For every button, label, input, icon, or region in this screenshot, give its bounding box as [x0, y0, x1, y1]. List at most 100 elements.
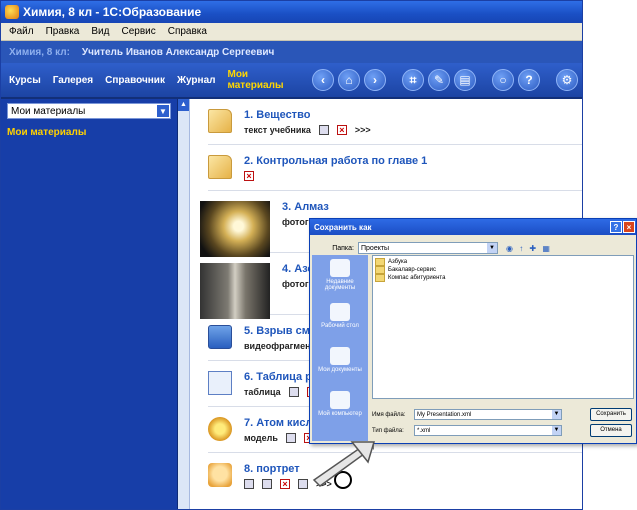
close-icon[interactable]: × [623, 221, 635, 233]
course-label: Химия, 8 кл: [9, 46, 70, 58]
item-number: 3. [282, 201, 292, 213]
menu-help[interactable]: Справка [162, 26, 213, 37]
forward-icon[interactable]: › [364, 69, 386, 91]
delete-icon[interactable]: × [336, 125, 347, 135]
item-type: таблица [244, 387, 281, 397]
tab-reference[interactable]: Справочник [105, 75, 165, 86]
delete-icon[interactable]: × [280, 479, 290, 489]
save-icon[interactable] [244, 479, 254, 489]
folder-item[interactable]: Компас абитуриента [375, 274, 631, 282]
user-name: Учитель Иванов Александр Сергеевич [81, 46, 275, 58]
filename-label: Имя файла: [372, 411, 406, 418]
menu-file[interactable]: Файл [3, 26, 40, 37]
folder-select[interactable]: Проекты ▼ [358, 242, 498, 254]
tab-gallery[interactable]: Галерея [53, 75, 93, 86]
bookmark-icon[interactable]: ✎ [428, 69, 450, 91]
place-recent[interactable]: Недавние документы [312, 255, 368, 299]
places-bar: Недавние документы Рабочий стол Мои доку… [312, 255, 368, 441]
edit-icon[interactable] [262, 479, 272, 489]
item-number: 5. [244, 325, 254, 337]
tab-my-materials[interactable]: Мои материалы [227, 69, 294, 91]
chevron-down-icon[interactable]: ▼ [552, 410, 561, 419]
app-icon [5, 5, 19, 19]
sidebar-select-value: Мои материалы [11, 105, 86, 117]
item-title[interactable]: портрет [256, 463, 299, 475]
cancel-button[interactable]: Отмена [590, 424, 632, 437]
sidebar: Мои материалы ▼ Мои материалы [1, 99, 178, 509]
video-icon [208, 325, 232, 349]
item-title[interactable]: Контрольная работа по главе 1 [256, 155, 427, 167]
scrollbar[interactable]: ▲ [178, 99, 190, 509]
folder-value: Проекты [361, 244, 390, 252]
item-type: текст учебника [244, 125, 311, 135]
chevron-down-icon[interactable]: ▼ [157, 105, 169, 117]
help-icon[interactable]: ? [518, 69, 540, 91]
tab-courses[interactable]: Курсы [9, 75, 41, 86]
menu-bar: Файл Правка Вид Сервис Справка [1, 23, 582, 41]
home-icon[interactable]: ⌂ [338, 69, 360, 91]
flask-photo [200, 263, 270, 319]
chevron-down-icon[interactable]: ▼ [552, 426, 561, 435]
item-number: 1. [244, 109, 254, 121]
save-as-dialog: Сохранить как ? × Папка: Проекты ▼ ◉ ↑ ✚… [309, 218, 637, 444]
tab-journal[interactable]: Журнал [177, 75, 216, 86]
book-icon [208, 155, 232, 179]
search-icon[interactable]: ○ [492, 69, 514, 91]
table-icon [208, 371, 232, 395]
scroll-up-icon[interactable]: ▲ [178, 99, 189, 111]
save-icon[interactable] [285, 433, 296, 443]
list-item[interactable]: 2. Контрольная работа по главе 1 × [208, 145, 582, 191]
filetype-select[interactable]: *.xml ▼ [414, 425, 562, 436]
back-icon[interactable]: ‹ [312, 69, 334, 91]
place-computer[interactable]: Мой компьютер [312, 387, 368, 431]
user-bar: Химия, 8 кл: Учитель Иванов Александр Се… [1, 41, 582, 63]
filetype-label: Тип файла: [372, 427, 404, 434]
filename-row: Имя файла: My Presentation.xml ▼ [372, 409, 562, 420]
diamond-photo [200, 201, 270, 257]
book-icon [208, 109, 232, 133]
fullscreen-icon[interactable]: ⌗ [402, 69, 424, 91]
window-title: Химия, 8 кл - 1С:Образование [23, 5, 202, 19]
filename-field[interactable]: My Presentation.xml ▼ [414, 409, 562, 420]
item-title[interactable]: Алмаз [294, 201, 329, 213]
dialog-title: Сохранить как [314, 222, 372, 232]
menu-service[interactable]: Сервис [115, 26, 161, 37]
nav-bar: Курсы Галерея Справочник Журнал Мои мате… [1, 63, 582, 99]
dialog-toolbar[interactable]: ◉ ↑ ✚ ▦ [506, 244, 552, 253]
menu-edit[interactable]: Правка [40, 26, 86, 37]
item-number: 2. [244, 155, 254, 167]
help-icon[interactable]: ? [610, 221, 622, 233]
save-button[interactable]: Сохранить [590, 408, 632, 421]
menu-view[interactable]: Вид [85, 26, 115, 37]
place-desktop[interactable]: Рабочий стол [312, 299, 368, 343]
save-icon[interactable] [288, 387, 299, 397]
item-type: модель [244, 433, 278, 443]
item-number: 7. [244, 417, 254, 429]
settings-icon[interactable]: ⚙ [556, 69, 578, 91]
print-icon[interactable]: ▤ [454, 69, 476, 91]
delete-icon[interactable]: × [244, 171, 254, 181]
folder-item[interactable]: Азбука [375, 258, 631, 266]
item-number: 4. [282, 263, 292, 275]
list-item[interactable]: 8. портрет ×>>> [208, 453, 582, 499]
more-link[interactable]: >>> [355, 125, 371, 135]
my-computer-icon [330, 391, 350, 409]
window-title-bar: Химия, 8 кл - 1С:Образование [1, 1, 582, 23]
file-list[interactable]: Азбука Бакалавр-сервис Компас абитуриент… [372, 255, 634, 399]
list-item[interactable]: 1. Вещество текст учебника × >>> [208, 99, 582, 145]
atom-model-icon [208, 417, 232, 441]
recent-documents-icon [330, 259, 350, 277]
portrait-icon [208, 463, 232, 487]
chevron-down-icon[interactable]: ▼ [487, 243, 497, 253]
sidebar-select[interactable]: Мои материалы ▼ [7, 103, 171, 119]
item-number: 8. [244, 463, 254, 475]
desktop-icon [330, 303, 350, 321]
place-documents[interactable]: Мои документы [312, 343, 368, 387]
folder-item[interactable]: Бакалавр-сервис [375, 266, 631, 274]
folder-label: Папка: [332, 244, 354, 252]
item-type: видеофрагмент [244, 341, 315, 351]
item-title[interactable]: Вещество [256, 109, 310, 121]
save-icon[interactable] [318, 125, 329, 135]
sidebar-title: Мои материалы [7, 127, 87, 138]
export-icon[interactable] [298, 479, 308, 489]
